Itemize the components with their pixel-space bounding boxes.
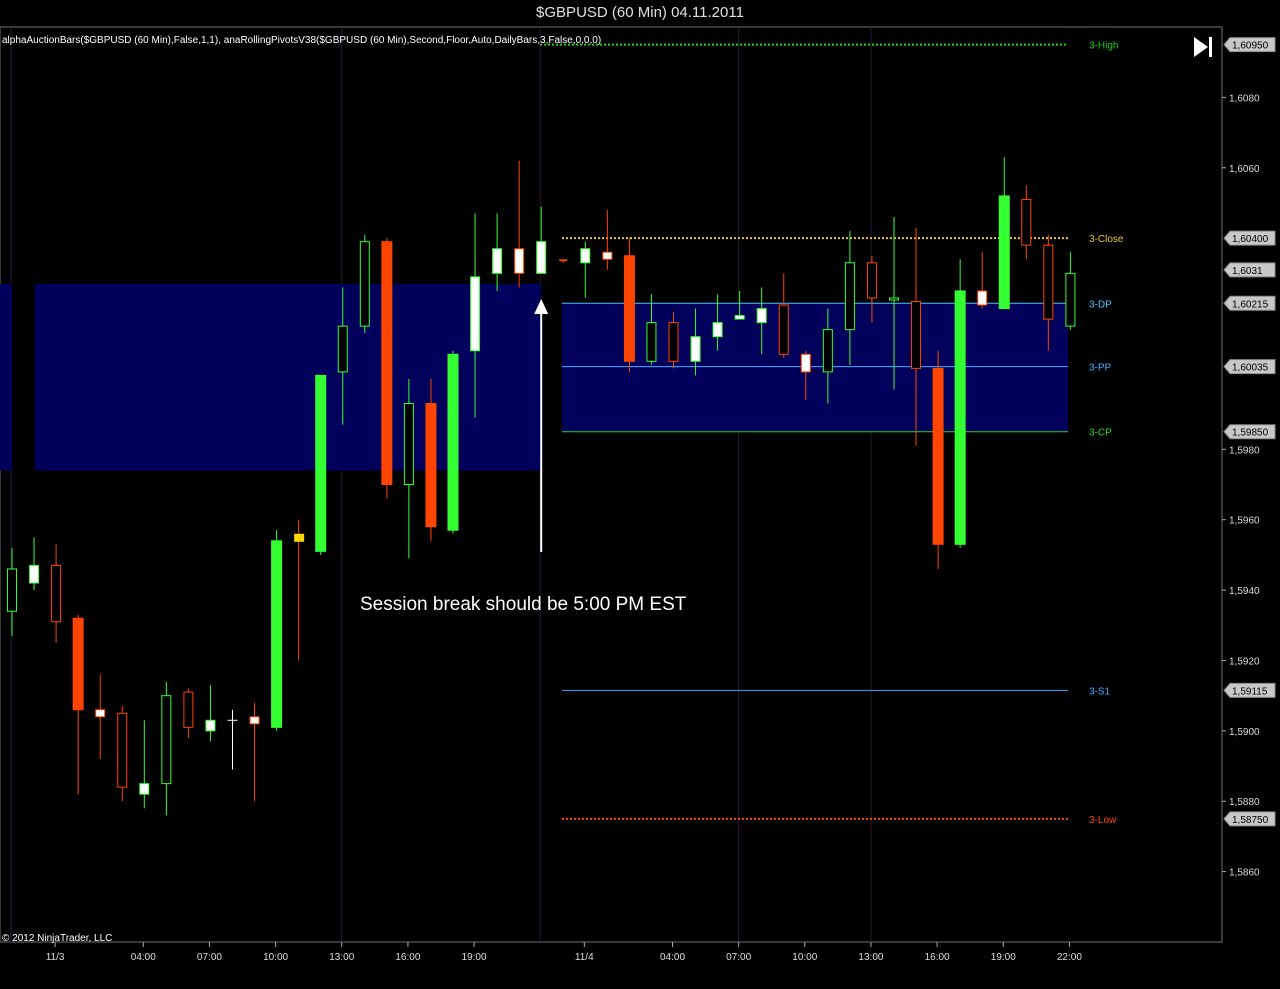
candle-body[interactable] xyxy=(559,259,568,262)
candle-body[interactable] xyxy=(778,304,789,355)
annotation-text: Session break should be 5:00 PM EST xyxy=(360,594,687,615)
candle-body[interactable] xyxy=(602,251,613,260)
price-marker-label: 1,59115 xyxy=(1232,686,1268,697)
candle-body[interactable] xyxy=(800,353,811,373)
price-marker-label: 1,59850 xyxy=(1232,428,1269,439)
candle-body[interactable] xyxy=(690,336,701,362)
price-marker-label: 1,6031 xyxy=(1232,266,1263,277)
x-tick-label: 22:00 xyxy=(1057,952,1082,963)
y-tick-label: 1,5900 xyxy=(1229,727,1260,738)
x-tick-label: 16:00 xyxy=(395,952,420,963)
candle-body[interactable] xyxy=(998,195,1010,310)
x-tick-label: 04:00 xyxy=(131,952,156,963)
y-tick-label: 1,5880 xyxy=(1229,797,1260,808)
candle-body[interactable] xyxy=(294,533,305,542)
candle-body[interactable] xyxy=(1021,198,1032,246)
prior-value-area xyxy=(35,283,542,471)
candle-body[interactable] xyxy=(889,297,899,301)
pivot-label-3-s1: 3-S1 xyxy=(1089,686,1111,697)
candle-body[interactable] xyxy=(734,315,745,320)
candle-body[interactable] xyxy=(381,241,393,485)
price-marker-label: 1,60215 xyxy=(1232,299,1269,310)
candle-body[interactable] xyxy=(844,262,855,331)
y-tick-label: 1,5920 xyxy=(1229,656,1260,667)
x-tick-label: 10:00 xyxy=(792,952,817,963)
candle-body[interactable] xyxy=(72,617,84,711)
price-marker-label: 1,58750 xyxy=(1232,815,1269,826)
candle-body[interactable] xyxy=(712,322,723,338)
x-tick-label: 07:00 xyxy=(197,952,222,963)
price-chart[interactable]: 3-High 3-Close 3-DP 3-PP 3-CP 3-S1 3-Low Sessio… xyxy=(0,0,1280,989)
candle-body[interactable] xyxy=(623,255,635,362)
candle-body[interactable] xyxy=(1043,244,1054,320)
candle-body[interactable] xyxy=(822,329,833,373)
go-to-end-icon-bar[interactable] xyxy=(1209,37,1212,57)
candle-body[interactable] xyxy=(954,290,966,545)
x-tick-label: 11/3 xyxy=(46,952,65,963)
current-value-area xyxy=(562,303,1068,432)
candle-body[interactable] xyxy=(447,353,459,531)
candle-body[interactable] xyxy=(425,403,437,528)
candle-body[interactable] xyxy=(51,564,62,623)
candle-body[interactable] xyxy=(536,241,547,274)
candle-body[interactable] xyxy=(271,540,283,728)
pivot-label-3-cp: 3-CP xyxy=(1089,428,1112,439)
y-tick-label: 1,5860 xyxy=(1229,868,1260,879)
candle-body[interactable] xyxy=(756,308,767,324)
candle-body[interactable] xyxy=(646,322,657,362)
candle-body[interactable] xyxy=(7,568,17,612)
pivot-label-3-high: 3-High xyxy=(1089,41,1118,52)
y-tick-label: 1,5980 xyxy=(1229,445,1260,456)
pivot-label-3-low: 3-Low xyxy=(1089,815,1117,826)
plot-area[interactable] xyxy=(0,26,1223,943)
x-tick-label: 13:00 xyxy=(858,952,883,963)
price-marker-label: 1,60950 xyxy=(1232,41,1269,52)
candle-body[interactable] xyxy=(1065,272,1076,327)
candle-body[interactable] xyxy=(117,712,128,788)
x-tick-label: 04:00 xyxy=(660,952,685,963)
candle-body[interactable] xyxy=(337,325,348,373)
candle-body[interactable] xyxy=(470,276,481,352)
candle-body[interactable] xyxy=(492,248,503,274)
prior-value-area xyxy=(0,283,12,471)
candle-body[interactable] xyxy=(29,564,40,584)
price-marker-label: 1,60035 xyxy=(1232,363,1269,374)
y-tick-label: 1,6080 xyxy=(1229,93,1260,104)
x-tick-label: 10:00 xyxy=(263,952,288,963)
candle-body[interactable] xyxy=(514,248,525,274)
candle-body[interactable] xyxy=(139,783,150,795)
candle-body[interactable] xyxy=(403,403,414,485)
candle-body[interactable] xyxy=(977,290,988,306)
indicator-text: alphaAuctionBars($GBPUSD (60 Min),False,… xyxy=(2,35,601,46)
candle-body[interactable] xyxy=(866,262,877,299)
pivot-label-3-dp: 3-DP xyxy=(1089,299,1112,310)
x-tick-label: 16:00 xyxy=(925,952,950,963)
candle-body[interactable] xyxy=(580,248,591,264)
x-tick-label: 19:00 xyxy=(462,952,487,963)
candle-body[interactable] xyxy=(183,691,194,728)
y-tick-label: 1,5960 xyxy=(1229,516,1260,527)
y-tick-label: 1,6060 xyxy=(1229,164,1260,175)
candle-body[interactable] xyxy=(359,241,370,327)
candle-body[interactable] xyxy=(95,709,106,718)
candle-body[interactable] xyxy=(911,301,922,369)
candle-body[interactable] xyxy=(315,374,327,552)
x-tick-label: 13:00 xyxy=(329,952,354,963)
x-tick-label: 11/4 xyxy=(575,952,594,963)
price-marker-label: 1,60400 xyxy=(1232,234,1269,245)
x-tick-label: 19:00 xyxy=(991,952,1016,963)
copyright-text: © 2012 NinjaTrader, LLC xyxy=(2,933,112,944)
x-tick-label: 07:00 xyxy=(726,952,751,963)
candle-body[interactable] xyxy=(205,719,216,732)
candle-body[interactable] xyxy=(932,367,944,545)
candle-body[interactable] xyxy=(668,322,679,362)
pivot-label-3-close: 3-Close xyxy=(1089,234,1124,245)
candle-body[interactable] xyxy=(161,695,172,785)
y-tick-label: 1,5940 xyxy=(1229,586,1260,597)
candle-body[interactable] xyxy=(249,716,260,725)
pivot-label-3-pp: 3-PP xyxy=(1089,363,1112,374)
